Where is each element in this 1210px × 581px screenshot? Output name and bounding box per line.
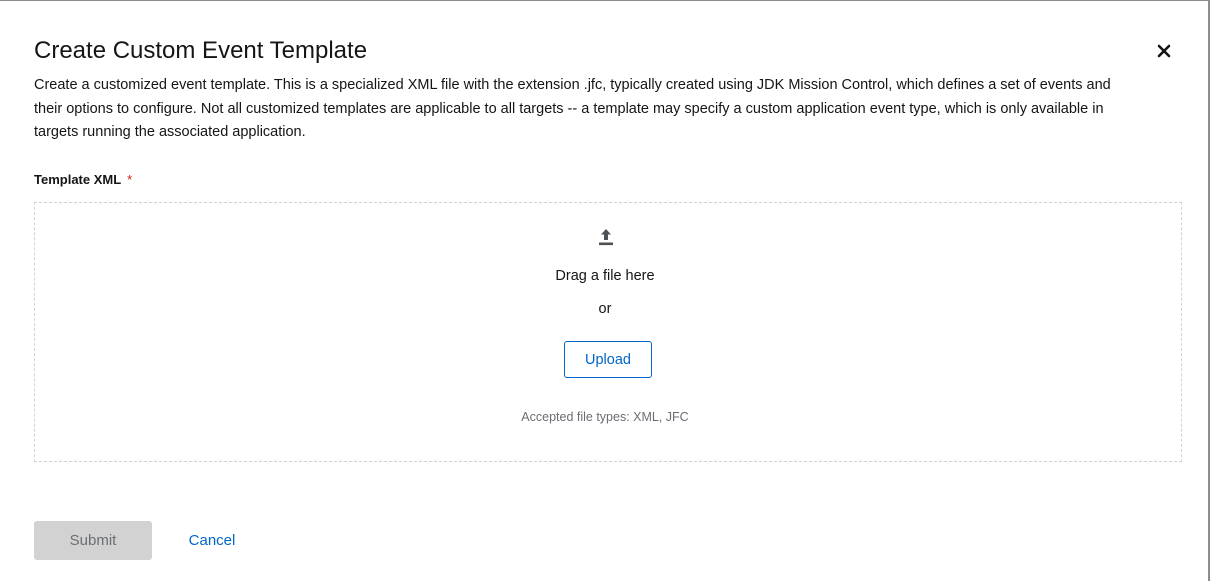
required-marker: * [127, 172, 133, 187]
or-text: or [598, 301, 612, 317]
template-xml-label: Template XML * [34, 171, 132, 189]
drag-file-text: Drag a file here [555, 268, 655, 284]
modal-description: Create a customized event template. This… [34, 77, 1111, 140]
close-button[interactable] [1152, 39, 1176, 63]
submit-button[interactable]: Submit [34, 521, 152, 560]
upload-button[interactable]: Upload [564, 341, 652, 378]
upload-icon [599, 229, 613, 246]
modal-dialog: Create Custom Event Template Create a cu… [0, 0, 1210, 581]
close-icon [1157, 44, 1171, 58]
accepted-file-types: Accepted file types: XML, JFC [521, 410, 689, 424]
field-label-text: Template XML [34, 172, 122, 187]
modal-title: Create Custom Event Template [34, 37, 368, 64]
cancel-button[interactable]: Cancel [170, 521, 254, 560]
